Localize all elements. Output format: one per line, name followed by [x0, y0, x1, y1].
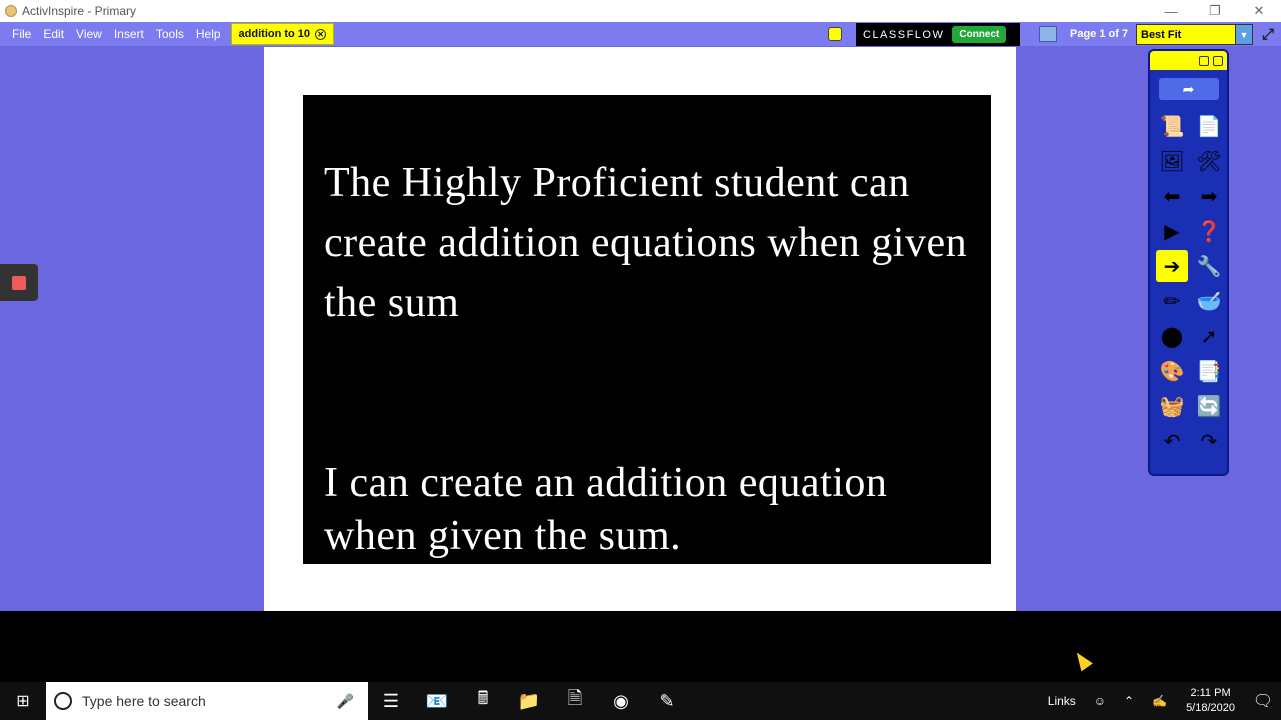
undo-icon[interactable]: ↶	[1156, 425, 1188, 457]
fullscreen-icon[interactable]: ⤢	[1259, 26, 1277, 44]
stop-icon	[12, 275, 26, 290]
notes-icon[interactable]	[828, 27, 842, 41]
pen-icon[interactable]: ✏	[1156, 285, 1188, 317]
outlook-icon[interactable]: 📧	[414, 682, 460, 720]
minimize-button[interactable]: —	[1149, 0, 1193, 22]
slide-content[interactable]: The Highly Proficient student can create…	[303, 95, 991, 564]
clock[interactable]: 2:11 PM 5/18/2020	[1186, 686, 1235, 716]
menu-insert[interactable]: Insert	[114, 27, 154, 41]
chrome-icon[interactable]: ◉	[598, 682, 644, 720]
share-icon[interactable]: ➦	[1158, 78, 1219, 100]
menu-tools[interactable]: Tools	[156, 27, 194, 41]
close-button[interactable]: ✕	[1237, 0, 1281, 22]
zoom-value: Best Fit	[1141, 28, 1182, 41]
connect-button[interactable]: Connect	[952, 26, 1007, 43]
file-explorer-icon[interactable]: 📁	[506, 682, 552, 720]
pin-icon[interactable]	[1199, 55, 1209, 66]
resource-library-icon[interactable]: 🎨	[1156, 355, 1188, 387]
links-toolbar[interactable]: Links	[1048, 694, 1076, 708]
connector-icon[interactable]: ➚	[1193, 320, 1225, 352]
desktop-annotate-icon[interactable]: 🖼	[1156, 145, 1188, 177]
microphone-icon[interactable]: 🎤	[337, 693, 354, 710]
previous-page-icon[interactable]: ⬅	[1156, 180, 1188, 212]
clear-icon[interactable]: 🧺	[1156, 390, 1188, 422]
taskbar-search[interactable]: Type here to search 🎤	[46, 682, 368, 720]
title-bar: ActivInspire - Primary — ❐ ✕	[0, 0, 1281, 22]
cortana-icon	[54, 692, 72, 710]
browsers-icon[interactable]: 📄	[1193, 110, 1225, 142]
task-view-icon[interactable]: ☰	[368, 682, 414, 720]
system-tray: Links ☺ ⌃ ✍ 2:11 PM 5/18/2020 🗨	[1039, 682, 1281, 720]
help-icon[interactable]: ❓	[1193, 215, 1225, 247]
main-toolbox: ➦ 📜 📄 🖼 🛠 ⬅ ➡ ▶ ❓ ➔ 🔧 ✏ 🥣 ⬤ ➚ 🎨 📑 🧺 🔄 ↶ …	[1148, 49, 1229, 476]
desktop-tools-icon[interactable]: 🛠	[1193, 145, 1225, 177]
notification-icon[interactable]: 🗨	[1245, 691, 1281, 711]
page-indicator: Page 1 of 7	[1070, 28, 1129, 40]
close-tab-icon[interactable]: ✕	[315, 28, 327, 40]
window-controls: — ❐ ✕	[1149, 0, 1281, 22]
workspace-bottom	[0, 611, 1281, 682]
reset-page-icon[interactable]: 🔄	[1193, 390, 1225, 422]
collapse-icon[interactable]	[1213, 55, 1223, 66]
duplicate-icon[interactable]: 📑	[1193, 355, 1225, 387]
clock-time: 2:11 PM	[1190, 687, 1231, 699]
next-page-icon[interactable]: ➡	[1193, 180, 1225, 212]
activinspire-taskbar-icon[interactable]: ✎	[644, 682, 690, 720]
zoom-select[interactable]: Best Fit ▼	[1136, 24, 1253, 45]
menu-edit[interactable]: Edit	[43, 27, 74, 41]
flipchart-tab[interactable]: addition to 10 ✕	[230, 23, 335, 45]
slide-text-objective[interactable]: I can create an addition equation when g…	[324, 457, 984, 563]
fill-icon[interactable]: 🥣	[1193, 285, 1225, 317]
word-icon[interactable]: 🗎	[552, 682, 598, 720]
windows-taskbar: ⊞ Type here to search 🎤 ☰ 📧 🖩 📁 🗎 ◉ ✎ Li…	[0, 682, 1281, 720]
classflow-brand: CLASSFLOW	[863, 28, 945, 41]
menu-view[interactable]: View	[76, 27, 112, 41]
play-icon[interactable]: ▶	[1156, 215, 1188, 247]
flipchart-tab-label: addition to 10	[238, 28, 311, 40]
toolbox-header[interactable]	[1150, 51, 1227, 70]
classflow-bar: CLASSFLOW Connect	[856, 23, 1020, 46]
select-arrow-icon[interactable]: ➔	[1156, 250, 1188, 282]
restore-button[interactable]: ❐	[1193, 0, 1237, 22]
tools-icon[interactable]: 🔧	[1193, 250, 1225, 282]
pen-workspace-icon[interactable]: ✍	[1152, 694, 1167, 708]
chevron-down-icon[interactable]: ▼	[1235, 25, 1252, 44]
calculator-icon[interactable]: 🖩	[460, 682, 506, 720]
main-menu-icon[interactable]: 📜	[1156, 110, 1188, 142]
window-title: ActivInspire - Primary	[22, 4, 137, 18]
record-button[interactable]	[0, 264, 38, 301]
page-browser-icon[interactable]	[1039, 26, 1057, 42]
slide-text-proficient[interactable]: The Highly Proficient student can create…	[324, 153, 984, 333]
windows-start-icon[interactable]: ⊞	[0, 682, 46, 720]
menu-file[interactable]: File	[12, 27, 41, 41]
people-icon[interactable]: ☺	[1094, 694, 1106, 708]
activinspire-logo-icon	[5, 5, 17, 17]
shape-icon[interactable]: ⬤	[1156, 320, 1188, 352]
menu-help[interactable]: Help	[196, 27, 231, 41]
search-input[interactable]: Type here to search	[82, 693, 337, 709]
clock-date: 5/18/2020	[1186, 702, 1235, 714]
chevron-up-icon[interactable]: ⌃	[1124, 694, 1134, 708]
toolbox-grid: 📜 📄 🖼 🛠 ⬅ ➡ ▶ ❓ ➔ 🔧 ✏ 🥣 ⬤ ➚ 🎨 📑 🧺 🔄 ↶ ↷	[1156, 110, 1225, 457]
redo-icon[interactable]: ↷	[1193, 425, 1225, 457]
